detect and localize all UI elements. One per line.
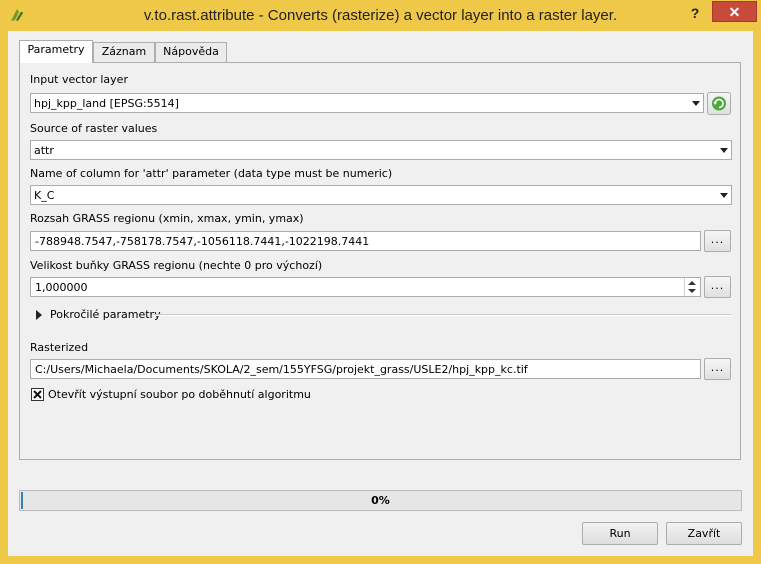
output-path-value: C:/Users/Michaela/Documents/SKOLA/2_sem/… [35, 363, 528, 376]
chevron-down-icon [720, 148, 728, 153]
tab-napoveda[interactable]: Nápověda [155, 42, 227, 62]
cellsize-value: 1,000000 [35, 281, 88, 294]
parameters-panel: Input vector layer hpj_kpp_land [EPSG:55… [19, 62, 741, 460]
chevron-down-icon [692, 101, 700, 106]
tab-zaznam[interactable]: Záznam [93, 42, 155, 62]
region-input[interactable]: -788948.7547,-758178.7547,-1056118.7441,… [30, 231, 701, 251]
tab-parametry[interactable]: Parametry [19, 40, 93, 63]
help-button[interactable]: ? [686, 4, 704, 22]
close-button[interactable]: Zavřít [666, 522, 742, 545]
close-icon: ✕ [728, 4, 741, 20]
source-value: attr [34, 144, 54, 157]
open-output-checkbox[interactable] [31, 388, 44, 401]
chevron-down-icon [720, 193, 728, 198]
advanced-label: Pokročilé parametry [50, 308, 161, 321]
region-label: Rozsah GRASS regionu (xmin, xmax, ymin, … [30, 212, 304, 225]
source-combo[interactable]: attr [30, 140, 732, 160]
input-layer-value: hpj_kpp_land [EPSG:5514] [34, 97, 179, 110]
advanced-divider [153, 314, 731, 316]
region-browse-button[interactable]: ... [704, 230, 731, 252]
cellsize-label: Velikost buňky GRASS regionu (nechte 0 p… [30, 259, 323, 272]
expand-arrow-icon [36, 310, 42, 320]
window-title: v.to.rast.attribute - Converts (rasteriz… [143, 7, 618, 24]
progress-bar: 0% [19, 490, 742, 511]
dialog-window: v.to.rast.attribute - Converts (rasteriz… [0, 0, 761, 564]
spin-buttons[interactable] [684, 278, 700, 296]
checkmark-icon [33, 390, 42, 399]
cellsize-spinbox[interactable]: 1,000000 [30, 277, 701, 297]
column-label: Name of column for 'attr' parameter (dat… [30, 167, 393, 180]
iterate-layer-button[interactable] [707, 92, 731, 115]
close-window-button[interactable]: ✕ [712, 1, 757, 22]
output-path-input[interactable]: C:/Users/Michaela/Documents/SKOLA/2_sem/… [30, 359, 701, 379]
cellsize-browse-button[interactable]: ... [704, 276, 731, 298]
spin-down-icon[interactable] [688, 289, 696, 293]
refresh-icon [712, 96, 726, 111]
column-value: K_C [34, 189, 55, 202]
output-label: Rasterized [30, 341, 89, 354]
source-label: Source of raster values [30, 122, 158, 135]
progress-text: 0% [371, 494, 390, 507]
input-layer-combo[interactable]: hpj_kpp_land [EPSG:5514] [30, 93, 704, 113]
spin-up-icon[interactable] [688, 281, 696, 285]
column-combo[interactable]: K_C [30, 185, 732, 205]
advanced-params-toggle[interactable]: Pokročilé parametry [30, 306, 732, 324]
dialog-client-area: Parametry Záznam Nápověda Input vector l… [8, 31, 753, 556]
output-browse-button[interactable]: ... [704, 358, 731, 380]
region-value: -788948.7547,-758178.7547,-1056118.7441,… [35, 235, 370, 248]
title-bar[interactable]: v.to.rast.attribute - Converts (rasteriz… [0, 0, 761, 31]
input-layer-label: Input vector layer [30, 73, 128, 86]
open-output-label[interactable]: Otevřít výstupní soubor po doběhnutí alg… [48, 388, 311, 401]
run-button[interactable]: Run [582, 522, 658, 545]
